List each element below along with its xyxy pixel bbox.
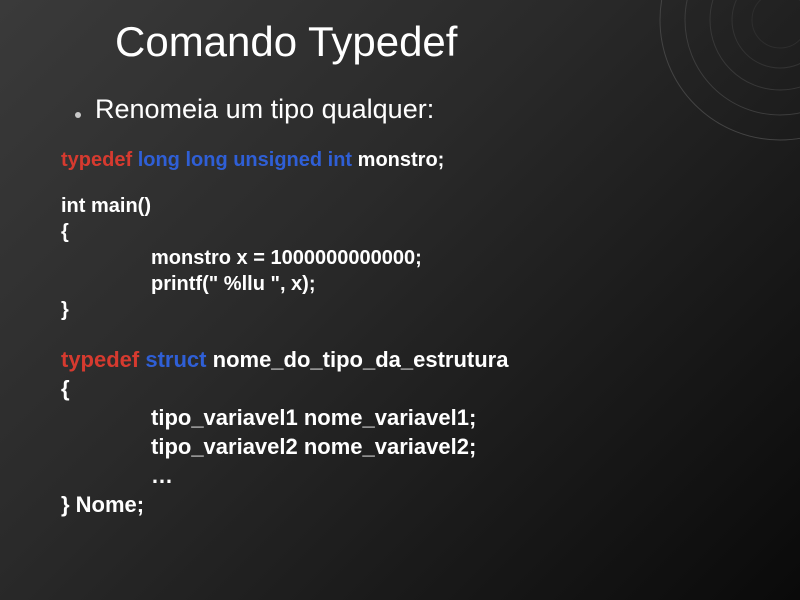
struct-brace-close: } Nome; [61,490,745,519]
struct-name: nome_do_tipo_da_estrutura [213,347,509,372]
code-typedef-struct: typedef struct nome_do_tipo_da_estrutura… [61,345,745,519]
bullet-text: Renomeia um tipo qualquer: [95,94,434,125]
struct-brace-open: { [61,374,745,403]
brace-open: { [61,219,745,245]
type-names: long long unsigned int [138,149,352,171]
slide: Comando Typedef Renomeia um tipo qualque… [0,0,800,519]
main-line2: printf(" %llu ", x); [61,271,745,297]
keyword-typedef-2: typedef [61,347,139,372]
bullet-icon [75,112,81,118]
keyword-typedef: typedef [61,149,132,171]
slide-title: Comando Typedef [115,18,745,66]
main-signature: int main() [61,193,745,219]
alias-name: monstro; [358,149,445,171]
bullet-item: Renomeia um tipo qualquer: [75,94,745,125]
brace-close: } [61,297,745,323]
struct-line1: tipo_variavel1 nome_variavel1; [61,403,745,432]
main-line1: monstro x = 1000000000000; [61,245,745,271]
struct-line3: … [61,461,745,490]
struct-line2: tipo_variavel2 nome_variavel2; [61,432,745,461]
code-main: int main() { monstro x = 1000000000000; … [61,193,745,323]
code-typedef-simple: typedef long long unsigned int monstro; [61,147,745,173]
keyword-struct: struct [145,347,206,372]
